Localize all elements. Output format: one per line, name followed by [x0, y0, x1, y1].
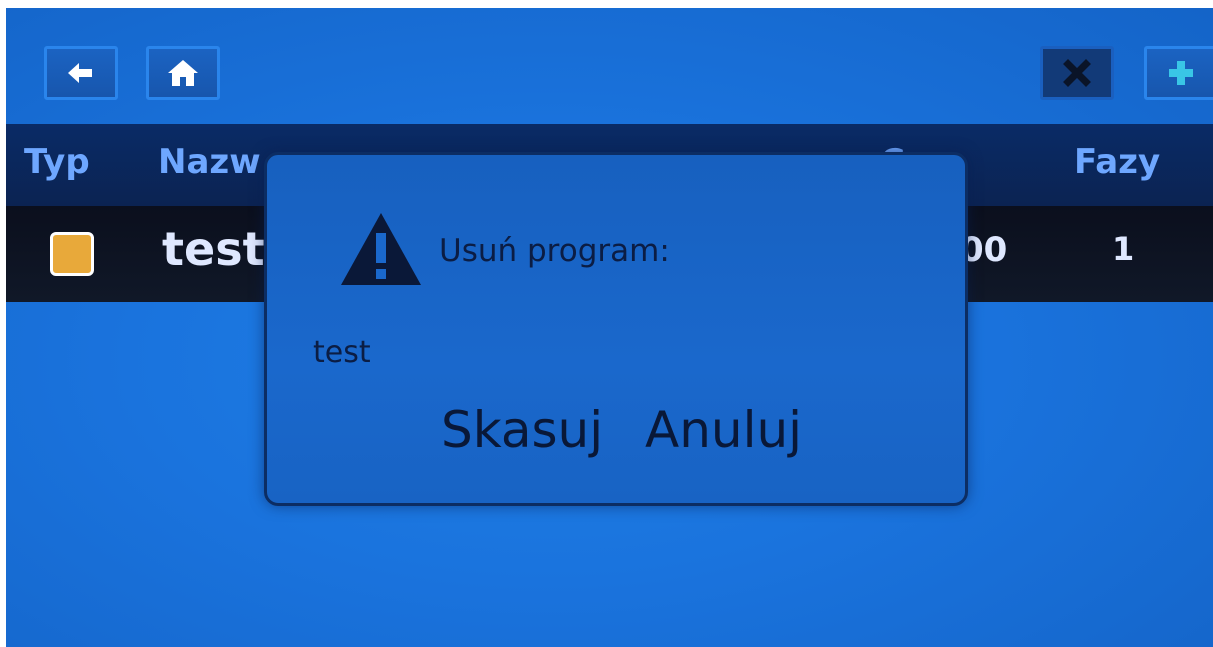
warning-icon [341, 213, 421, 285]
toolbar [6, 8, 1213, 124]
dialog-program-name: test [313, 335, 371, 370]
confirm-delete-button[interactable]: Skasuj [441, 401, 603, 459]
type-swatch [50, 232, 94, 276]
column-type: Typ [24, 142, 90, 182]
home-icon [168, 60, 198, 86]
program-phases: 1 [1112, 230, 1135, 268]
screen: Typ Nazw C Fazy test 00 1 Usuń program: … [6, 8, 1213, 647]
cancel-button[interactable]: Anuluj [645, 401, 802, 459]
x-icon [1063, 59, 1091, 87]
arrow-left-icon [68, 63, 92, 83]
home-button[interactable] [146, 46, 220, 100]
add-button[interactable] [1144, 46, 1213, 100]
dialog-title: Usuń program: [439, 233, 670, 269]
back-button[interactable] [44, 46, 118, 100]
column-name: Nazw [158, 142, 261, 182]
plus-icon [1169, 61, 1193, 85]
program-name: test [162, 222, 265, 276]
delete-button[interactable] [1040, 46, 1114, 100]
delete-dialog: Usuń program: test Skasuj Anuluj [264, 152, 968, 506]
column-phases: Fazy [1074, 142, 1161, 182]
